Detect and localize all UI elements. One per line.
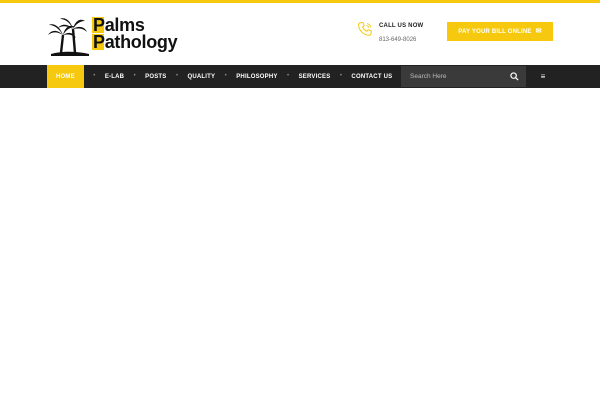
pay-bill-label: PAY YOUR BILL ONLINE [458, 28, 532, 35]
hamburger-menu-icon[interactable]: ≡ [526, 66, 560, 87]
page-content [0, 88, 600, 400]
call-us-block: CALL US NOW 813-649-8026 [357, 21, 437, 51]
site-header: Palms Pathology CALL US NOW 813-649-8026… [0, 3, 600, 65]
nav-separator: • [175, 73, 179, 79]
call-us-label: CALL US NOW [379, 23, 424, 29]
search-box [401, 66, 526, 87]
nav-separator: • [339, 73, 342, 79]
nav-separator: • [287, 73, 290, 79]
logo-text-line2: Pathology [93, 32, 178, 52]
nav-separator: • [224, 73, 227, 79]
site-logo[interactable]: Palms Pathology [47, 13, 197, 57]
phone-number[interactable]: 813-649-8026 [379, 37, 416, 43]
nav-item-posts[interactable]: POSTS [145, 65, 166, 88]
pay-bill-button[interactable]: PAY YOUR BILL ONLINE ✉ [447, 22, 553, 41]
palm-trees-icon [48, 18, 89, 56]
search-icon[interactable] [510, 72, 519, 81]
nav-item-e-lab[interactable]: E-LAB [105, 65, 124, 88]
search-input[interactable] [401, 73, 506, 80]
nav-separator: • [93, 73, 96, 79]
nav-item-services[interactable]: SERVICES [299, 65, 331, 88]
nav-item-philosophy[interactable]: PHILOSOPHY [236, 65, 277, 88]
nav-list: HOME • E-LAB • POSTS • QUALITY • PHILOSOPHY • SERV… [47, 65, 392, 88]
phone-icon [358, 21, 372, 36]
nav-item-contact-us[interactable]: CONTACT US [351, 65, 392, 88]
nav-separator: • [133, 73, 136, 79]
nav-item-quality[interactable]: QUALITY [188, 65, 216, 88]
mail-icon: ✉ [535, 28, 542, 35]
nav-item-home[interactable]: HOME [47, 65, 84, 88]
